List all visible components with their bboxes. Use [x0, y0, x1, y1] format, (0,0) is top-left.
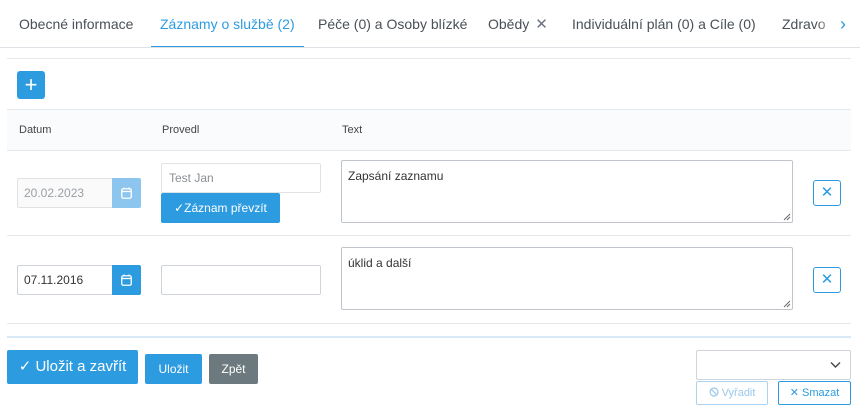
- row-divider: [7, 235, 851, 236]
- button-label: Vyřadit: [721, 387, 756, 399]
- chevron-down-icon: [830, 362, 841, 368]
- record-text-area[interactable]: úklid a další: [341, 247, 793, 310]
- tab-label: Obědy: [488, 16, 530, 32]
- calendar-icon: [121, 187, 132, 199]
- check-icon: ✓: [18, 358, 32, 375]
- table-header: Datum Provedl Text: [7, 109, 851, 151]
- action-select[interactable]: [696, 350, 851, 380]
- record-text: Zapsání zaznamu: [348, 169, 444, 183]
- column-header-performed-by: Provedl: [162, 124, 200, 136]
- save-button[interactable]: Uložit: [145, 354, 202, 384]
- discard-button: Vyřadit: [696, 381, 768, 405]
- record-text-area[interactable]: Zapsání zaznamu: [341, 160, 793, 223]
- tab-service-records[interactable]: Záznamy o službě (2): [151, 0, 304, 47]
- tab-bar: Obecné informace Záznamy o službě (2) Pé…: [0, 0, 860, 48]
- ban-icon: [708, 387, 719, 397]
- records-panel: + Datum Provedl Text 20.02.2023 Test Jan…: [7, 58, 851, 338]
- tab-general-info[interactable]: Obecné informace: [19, 0, 134, 47]
- tab-label: Individuální plán (0) a Cíle (0): [572, 16, 756, 32]
- take-over-record-button[interactable]: ✓Záznam převzít: [161, 193, 280, 223]
- resize-handle-icon[interactable]: [783, 300, 791, 308]
- calendar-button[interactable]: [112, 265, 141, 295]
- performed-by-field[interactable]: [161, 265, 321, 295]
- button-label: Uložit a zavřít: [35, 358, 127, 375]
- record-text: úklid a další: [348, 256, 412, 270]
- row-divider: [7, 323, 851, 324]
- back-button[interactable]: Zpět: [209, 354, 258, 384]
- performed-by-field[interactable]: Test Jan: [161, 163, 321, 193]
- delete-row-button[interactable]: ✕: [813, 180, 841, 206]
- tab-meals[interactable]: Obědy ✕: [488, 0, 548, 47]
- date-field[interactable]: 07.11.2016: [17, 265, 112, 295]
- button-label: Záznam převzít: [184, 201, 267, 215]
- save-and-close-button[interactable]: ✓ Uložit a zavřít: [7, 350, 138, 384]
- calendar-button: [112, 178, 141, 208]
- close-icon: ✕: [789, 387, 799, 399]
- calendar-icon: [121, 274, 132, 286]
- check-icon: ✓: [174, 201, 185, 215]
- button-label: Smazat: [801, 387, 840, 399]
- tab-care-persons[interactable]: Péče (0) a Osoby blízké: [318, 0, 468, 47]
- chevron-right-icon[interactable]: ›: [840, 0, 846, 47]
- tab-fade: [816, 0, 860, 47]
- tab-label: Záznamy o službě (2): [160, 16, 295, 32]
- column-header-text: Text: [342, 124, 363, 136]
- tab-individual-plan[interactable]: Individuální plán (0) a Cíle (0): [572, 0, 756, 47]
- close-tab-icon[interactable]: ✕: [535, 16, 548, 33]
- column-header-date: Datum: [19, 124, 52, 136]
- tab-label: Péče (0) a Osoby blízké: [318, 16, 468, 32]
- delete-button[interactable]: ✕ Smazat: [778, 381, 851, 405]
- page: Obecné informace Záznamy o službě (2) Pé…: [0, 0, 860, 415]
- delete-row-button[interactable]: ✕: [813, 267, 841, 293]
- add-record-button[interactable]: +: [17, 71, 45, 99]
- tab-label: Obecné informace: [19, 16, 134, 32]
- resize-handle-icon[interactable]: [783, 213, 791, 221]
- date-field: 20.02.2023: [17, 178, 112, 208]
